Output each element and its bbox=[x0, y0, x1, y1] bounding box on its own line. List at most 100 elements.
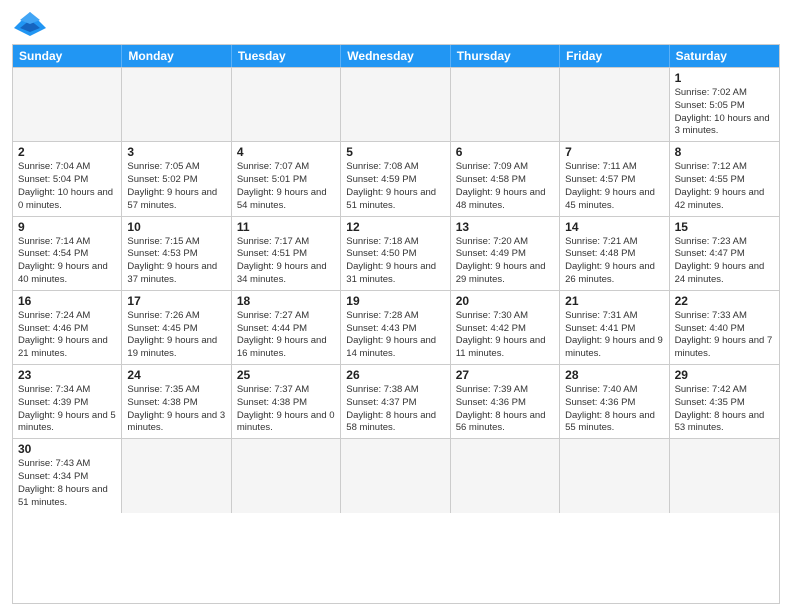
day-number: 19 bbox=[346, 294, 444, 308]
calendar-cell-5-6 bbox=[670, 439, 779, 512]
day-info: Sunrise: 7:26 AM Sunset: 4:45 PM Dayligh… bbox=[127, 310, 225, 361]
day-number: 22 bbox=[675, 294, 774, 308]
day-number: 27 bbox=[456, 368, 554, 382]
day-number: 11 bbox=[237, 220, 335, 234]
header-day-thursday: Thursday bbox=[451, 45, 560, 67]
calendar-cell-1-4: 6Sunrise: 7:09 AM Sunset: 4:58 PM Daylig… bbox=[451, 142, 560, 215]
day-info: Sunrise: 7:02 AM Sunset: 5:05 PM Dayligh… bbox=[675, 87, 774, 138]
day-info: Sunrise: 7:24 AM Sunset: 4:46 PM Dayligh… bbox=[18, 310, 116, 361]
day-info: Sunrise: 7:31 AM Sunset: 4:41 PM Dayligh… bbox=[565, 310, 663, 361]
calendar-cell-1-5: 7Sunrise: 7:11 AM Sunset: 4:57 PM Daylig… bbox=[560, 142, 669, 215]
calendar-cell-0-5 bbox=[560, 68, 669, 141]
day-number: 16 bbox=[18, 294, 116, 308]
calendar-header: SundayMondayTuesdayWednesdayThursdayFrid… bbox=[13, 45, 779, 67]
logo bbox=[12, 10, 52, 38]
day-info: Sunrise: 7:30 AM Sunset: 4:42 PM Dayligh… bbox=[456, 310, 554, 361]
day-info: Sunrise: 7:18 AM Sunset: 4:50 PM Dayligh… bbox=[346, 236, 444, 287]
header-day-saturday: Saturday bbox=[670, 45, 779, 67]
day-number: 4 bbox=[237, 145, 335, 159]
header-day-tuesday: Tuesday bbox=[232, 45, 341, 67]
calendar-row-4: 23 Sunrise: 7:34 AM Sunset: 4:39 PM Dayli… bbox=[13, 364, 779, 438]
day-number: 24 bbox=[127, 368, 225, 382]
calendar-row-2: 9Sunrise: 7:14 AM Sunset: 4:54 PM Daylig… bbox=[13, 216, 779, 290]
day-number: 28 bbox=[565, 368, 663, 382]
calendar-cell-3-0: 16 Sunrise: 7:24 AM Sunset: 4:46 PM Dayli… bbox=[13, 291, 122, 364]
day-number: 2 bbox=[18, 145, 116, 159]
day-number: 17 bbox=[127, 294, 225, 308]
header-day-wednesday: Wednesday bbox=[341, 45, 450, 67]
calendar-row-0: 1Sunrise: 7:02 AM Sunset: 5:05 PM Daylig… bbox=[13, 67, 779, 141]
calendar-cell-3-3: 19 Sunrise: 7:28 AM Sunset: 4:43 PM Dayli… bbox=[341, 291, 450, 364]
day-info: Sunrise: 7:17 AM Sunset: 4:51 PM Dayligh… bbox=[237, 236, 335, 287]
day-info: Sunrise: 7:15 AM Sunset: 4:53 PM Dayligh… bbox=[127, 236, 225, 287]
day-info: Sunrise: 7:23 AM Sunset: 4:47 PM Dayligh… bbox=[675, 236, 774, 287]
day-info: Sunrise: 7:28 AM Sunset: 4:43 PM Dayligh… bbox=[346, 310, 444, 361]
day-info: Sunrise: 7:35 AM Sunset: 4:38 PM Dayligh… bbox=[127, 384, 225, 435]
calendar-row-3: 16 Sunrise: 7:24 AM Sunset: 4:46 PM Dayli… bbox=[13, 290, 779, 364]
calendar-cell-5-2 bbox=[232, 439, 341, 512]
day-info: Sunrise: 7:21 AM Sunset: 4:48 PM Dayligh… bbox=[565, 236, 663, 287]
day-info: Sunrise: 7:11 AM Sunset: 4:57 PM Dayligh… bbox=[565, 161, 663, 212]
day-number: 18 bbox=[237, 294, 335, 308]
calendar-row-5: 30Sunrise: 7:43 AM Sunset: 4:34 PM Dayli… bbox=[13, 438, 779, 512]
calendar-cell-2-0: 9Sunrise: 7:14 AM Sunset: 4:54 PM Daylig… bbox=[13, 217, 122, 290]
calendar-cell-4-2: 25 Sunrise: 7:37 AM Sunset: 4:38 PM Dayli… bbox=[232, 365, 341, 438]
calendar-cell-1-0: 2 Sunrise: 7:04 AM Sunset: 5:04 PM Daylig… bbox=[13, 142, 122, 215]
calendar-cell-0-4 bbox=[451, 68, 560, 141]
calendar-cell-1-6: 8 Sunrise: 7:12 AM Sunset: 4:55 PM Daylig… bbox=[670, 142, 779, 215]
day-info: Sunrise: 7:05 AM Sunset: 5:02 PM Dayligh… bbox=[127, 161, 225, 212]
day-info: Sunrise: 7:08 AM Sunset: 4:59 PM Dayligh… bbox=[346, 161, 444, 212]
calendar-body: 1Sunrise: 7:02 AM Sunset: 5:05 PM Daylig… bbox=[13, 67, 779, 513]
day-number: 5 bbox=[346, 145, 444, 159]
day-info: Sunrise: 7:33 AM Sunset: 4:40 PM Dayligh… bbox=[675, 310, 774, 361]
day-number: 29 bbox=[675, 368, 774, 382]
day-number: 14 bbox=[565, 220, 663, 234]
day-number: 23 bbox=[18, 368, 116, 382]
day-number: 8 bbox=[675, 145, 774, 159]
day-number: 9 bbox=[18, 220, 116, 234]
calendar-cell-0-0 bbox=[13, 68, 122, 141]
day-info: Sunrise: 7:39 AM Sunset: 4:36 PM Dayligh… bbox=[456, 384, 554, 435]
calendar-cell-2-1: 10 Sunrise: 7:15 AM Sunset: 4:53 PM Dayli… bbox=[122, 217, 231, 290]
day-info: Sunrise: 7:37 AM Sunset: 4:38 PM Dayligh… bbox=[237, 384, 335, 435]
calendar-cell-3-2: 18 Sunrise: 7:27 AM Sunset: 4:44 PM Dayli… bbox=[232, 291, 341, 364]
day-info: Sunrise: 7:34 AM Sunset: 4:39 PM Dayligh… bbox=[18, 384, 116, 435]
day-info: Sunrise: 7:12 AM Sunset: 4:55 PM Dayligh… bbox=[675, 161, 774, 212]
page: SundayMondayTuesdayWednesdayThursdayFrid… bbox=[0, 0, 792, 612]
calendar-cell-5-1 bbox=[122, 439, 231, 512]
calendar-cell-2-4: 13Sunrise: 7:20 AM Sunset: 4:49 PM Dayli… bbox=[451, 217, 560, 290]
day-number: 12 bbox=[346, 220, 444, 234]
day-info: Sunrise: 7:40 AM Sunset: 4:36 PM Dayligh… bbox=[565, 384, 663, 435]
header-day-friday: Friday bbox=[560, 45, 669, 67]
calendar-cell-5-0: 30Sunrise: 7:43 AM Sunset: 4:34 PM Dayli… bbox=[13, 439, 122, 512]
day-number: 3 bbox=[127, 145, 225, 159]
calendar-cell-2-6: 15 Sunrise: 7:23 AM Sunset: 4:47 PM Dayli… bbox=[670, 217, 779, 290]
calendar-cell-2-5: 14 Sunrise: 7:21 AM Sunset: 4:48 PM Dayli… bbox=[560, 217, 669, 290]
calendar-row-1: 2 Sunrise: 7:04 AM Sunset: 5:04 PM Daylig… bbox=[13, 141, 779, 215]
day-number: 30 bbox=[18, 442, 116, 456]
calendar-cell-5-5 bbox=[560, 439, 669, 512]
calendar-cell-2-3: 12 Sunrise: 7:18 AM Sunset: 4:50 PM Dayli… bbox=[341, 217, 450, 290]
calendar: SundayMondayTuesdayWednesdayThursdayFrid… bbox=[12, 44, 780, 604]
header-day-monday: Monday bbox=[122, 45, 231, 67]
day-number: 20 bbox=[456, 294, 554, 308]
day-number: 15 bbox=[675, 220, 774, 234]
calendar-cell-1-1: 3 Sunrise: 7:05 AM Sunset: 5:02 PM Daylig… bbox=[122, 142, 231, 215]
day-number: 21 bbox=[565, 294, 663, 308]
day-info: Sunrise: 7:09 AM Sunset: 4:58 PM Dayligh… bbox=[456, 161, 554, 212]
day-number: 26 bbox=[346, 368, 444, 382]
calendar-cell-4-1: 24 Sunrise: 7:35 AM Sunset: 4:38 PM Dayli… bbox=[122, 365, 231, 438]
calendar-cell-0-2 bbox=[232, 68, 341, 141]
calendar-cell-3-5: 21 Sunrise: 7:31 AM Sunset: 4:41 PM Dayli… bbox=[560, 291, 669, 364]
day-info: Sunrise: 7:07 AM Sunset: 5:01 PM Dayligh… bbox=[237, 161, 335, 212]
calendar-cell-4-0: 23 Sunrise: 7:34 AM Sunset: 4:39 PM Dayli… bbox=[13, 365, 122, 438]
calendar-cell-0-6: 1Sunrise: 7:02 AM Sunset: 5:05 PM Daylig… bbox=[670, 68, 779, 141]
calendar-cell-0-3 bbox=[341, 68, 450, 141]
calendar-cell-4-3: 26 Sunrise: 7:38 AM Sunset: 4:37 PM Dayli… bbox=[341, 365, 450, 438]
day-info: Sunrise: 7:27 AM Sunset: 4:44 PM Dayligh… bbox=[237, 310, 335, 361]
day-info: Sunrise: 7:38 AM Sunset: 4:37 PM Dayligh… bbox=[346, 384, 444, 435]
day-number: 25 bbox=[237, 368, 335, 382]
day-number: 10 bbox=[127, 220, 225, 234]
day-info: Sunrise: 7:04 AM Sunset: 5:04 PM Dayligh… bbox=[18, 161, 116, 212]
calendar-cell-4-6: 29Sunrise: 7:42 AM Sunset: 4:35 PM Dayli… bbox=[670, 365, 779, 438]
